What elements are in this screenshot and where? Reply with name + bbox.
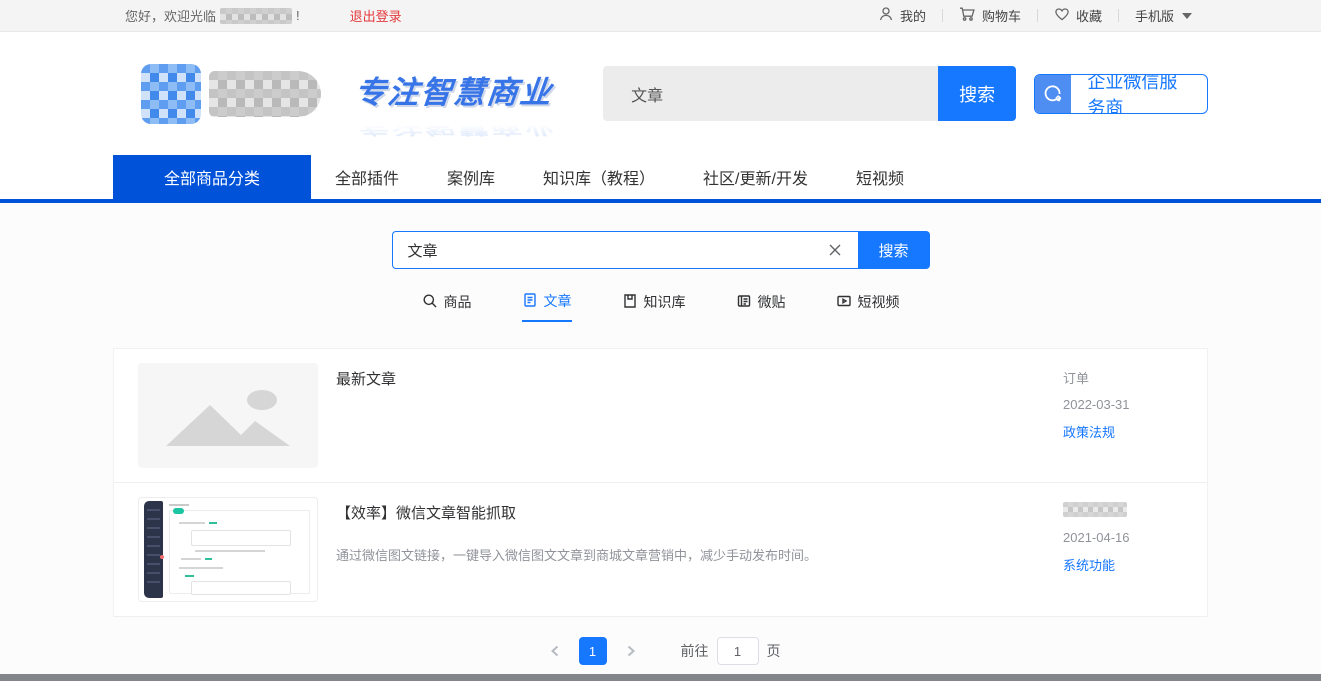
result-search-panel: 搜索 bbox=[0, 203, 1321, 269]
page-unit-label: 页 bbox=[767, 641, 781, 661]
thumbnail-admin-sidebar bbox=[144, 501, 163, 598]
thumbnail-line bbox=[195, 550, 265, 552]
tab-video-label: 短视频 bbox=[858, 292, 900, 312]
tab-posts[interactable]: 微贴 bbox=[736, 291, 786, 322]
goto-label: 前往 bbox=[681, 641, 709, 661]
cart-label: 购物车 bbox=[982, 6, 1021, 25]
nav-item-all-categories[interactable]: 全部商品分类 bbox=[113, 155, 311, 199]
result-1-category: 订单 bbox=[1063, 368, 1183, 387]
nav-item-knowledge[interactable]: 知识库（教程） bbox=[519, 155, 679, 199]
result-2-title[interactable]: 【效率】微信文章智能抓取 bbox=[336, 502, 1063, 523]
result-2-date: 2021-04-16 bbox=[1063, 530, 1183, 545]
my-account-label: 我的 bbox=[900, 6, 926, 25]
thumbnail-line bbox=[205, 558, 212, 560]
slogan-text: 专注智慧商业 bbox=[353, 67, 556, 112]
result-search-input[interactable] bbox=[408, 242, 824, 259]
knowledge-icon bbox=[622, 293, 638, 312]
thumbnail-line bbox=[181, 558, 201, 560]
main-content: 搜索 商品 文章 知识库 微贴 bbox=[0, 203, 1321, 674]
result-1-thumbnail[interactable] bbox=[138, 363, 318, 468]
nav-item-case-library[interactable]: 案例库 bbox=[423, 155, 519, 199]
goto-page-input[interactable] bbox=[717, 637, 759, 665]
result-2-tag-link[interactable]: 系统功能 bbox=[1063, 555, 1183, 574]
logo-icon-redacted bbox=[141, 64, 201, 124]
pagination: 1 前往 页 bbox=[0, 637, 1321, 665]
result-1-meta: 订单 2022-03-31 政策法规 bbox=[1063, 363, 1183, 468]
wecom-label: 企业微信服务商 bbox=[1071, 74, 1207, 114]
filter-tabs: 商品 文章 知识库 微贴 短视频 bbox=[0, 291, 1321, 322]
results-list: 最新文章 订单 2022-03-31 政策法规 bbox=[113, 348, 1208, 617]
next-page-button[interactable] bbox=[617, 637, 645, 665]
brand-slogan: 专注智慧商业 专注智慧商业 bbox=[355, 59, 508, 129]
header-search-button[interactable]: 搜索 bbox=[938, 66, 1016, 121]
thumbnail-badge-dot bbox=[160, 555, 164, 559]
header-search: 搜索 bbox=[603, 66, 1016, 121]
thumbnail-toggle bbox=[173, 508, 184, 514]
result-search-button[interactable]: 搜索 bbox=[858, 231, 930, 269]
tab-video[interactable]: 短视频 bbox=[836, 291, 900, 322]
result-1-date: 2022-03-31 bbox=[1063, 397, 1183, 412]
wecom-chat-icon bbox=[1035, 75, 1071, 113]
logo-text-redacted bbox=[209, 71, 321, 117]
logout-link[interactable]: 退出登录 bbox=[350, 6, 402, 25]
slogan-reflection: 专注智慧商业 bbox=[354, 117, 555, 142]
thumbnail-line bbox=[179, 567, 223, 569]
topbar-links: 我的 购物车 收藏 手机版 bbox=[862, 6, 1208, 25]
bottom-bar bbox=[0, 674, 1321, 681]
nav-item-community[interactable]: 社区/更新/开发 bbox=[679, 155, 832, 199]
result-row-1[interactable]: 最新文章 订单 2022-03-31 政策法规 bbox=[114, 349, 1207, 483]
cart-icon bbox=[959, 6, 976, 25]
top-utility-bar: 您好，欢迎光临 ! 退出登录 我的 购物车 bbox=[0, 0, 1321, 32]
search-icon bbox=[422, 293, 438, 312]
result-2-thumbnail[interactable] bbox=[138, 497, 318, 602]
greeting-suffix: ! bbox=[296, 8, 300, 23]
thumbnail-line bbox=[185, 575, 194, 577]
result-2-meta: 2021-04-16 系统功能 bbox=[1063, 497, 1183, 602]
tab-products[interactable]: 商品 bbox=[422, 291, 472, 322]
result-1-tag-link[interactable]: 政策法规 bbox=[1063, 422, 1183, 441]
video-icon bbox=[836, 293, 852, 312]
article-icon bbox=[522, 292, 538, 311]
header-search-input[interactable] bbox=[603, 66, 938, 121]
user-icon bbox=[878, 6, 894, 25]
tab-posts-label: 微贴 bbox=[758, 292, 786, 312]
mobile-version-label: 手机版 bbox=[1135, 6, 1174, 25]
tab-articles[interactable]: 文章 bbox=[522, 291, 572, 322]
nav-item-all-plugins[interactable]: 全部插件 bbox=[311, 155, 423, 199]
heart-icon bbox=[1054, 6, 1070, 25]
page-1-button[interactable]: 1 bbox=[579, 637, 607, 665]
result-search-field bbox=[392, 231, 858, 269]
tab-products-label: 商品 bbox=[444, 292, 472, 312]
my-account-link[interactable]: 我的 bbox=[862, 6, 942, 25]
main-nav: 全部商品分类 全部插件 案例库 知识库（教程） 社区/更新/开发 短视频 bbox=[0, 155, 1321, 199]
posts-icon bbox=[736, 293, 752, 312]
site-header: 专注智慧商业 专注智慧商业 搜索 企业微信服务商 bbox=[0, 32, 1321, 155]
greeting-prefix: 您好，欢迎光临 bbox=[125, 6, 216, 25]
prev-page-button[interactable] bbox=[541, 637, 569, 665]
thumbnail-textarea bbox=[191, 581, 291, 595]
chevron-down-icon bbox=[1182, 13, 1192, 19]
clear-icon[interactable] bbox=[824, 239, 846, 261]
result-2-category-redacted bbox=[1063, 502, 1183, 520]
site-logo[interactable] bbox=[141, 64, 321, 124]
tab-articles-label: 文章 bbox=[544, 291, 572, 311]
nav-item-short-video[interactable]: 短视频 bbox=[832, 155, 928, 199]
tab-knowledge[interactable]: 知识库 bbox=[622, 291, 686, 322]
result-2-description: 通过微信图文链接，一键导入微信图文文章到商城文章营销中，减少手动发布时间。 bbox=[336, 546, 1063, 566]
cart-link[interactable]: 购物车 bbox=[943, 6, 1037, 25]
redacted-username bbox=[220, 8, 292, 24]
thumbnail-breadcrumb bbox=[169, 504, 189, 506]
tab-knowledge-label: 知识库 bbox=[644, 292, 686, 312]
favorites-link[interactable]: 收藏 bbox=[1038, 6, 1118, 25]
thumbnail-line bbox=[209, 522, 217, 524]
favorites-label: 收藏 bbox=[1076, 6, 1102, 25]
thumbnail-textarea bbox=[191, 530, 291, 546]
result-row-2[interactable]: 【效率】微信文章智能抓取 通过微信图文链接，一键导入微信图文文章到商城文章营销中… bbox=[114, 483, 1207, 617]
greeting: 您好，欢迎光临 ! 退出登录 bbox=[125, 6, 402, 25]
thumbnail-line bbox=[179, 522, 205, 524]
mobile-version-menu[interactable]: 手机版 bbox=[1119, 6, 1208, 25]
wecom-service-button[interactable]: 企业微信服务商 bbox=[1034, 74, 1208, 114]
result-1-title[interactable]: 最新文章 bbox=[336, 368, 1063, 389]
